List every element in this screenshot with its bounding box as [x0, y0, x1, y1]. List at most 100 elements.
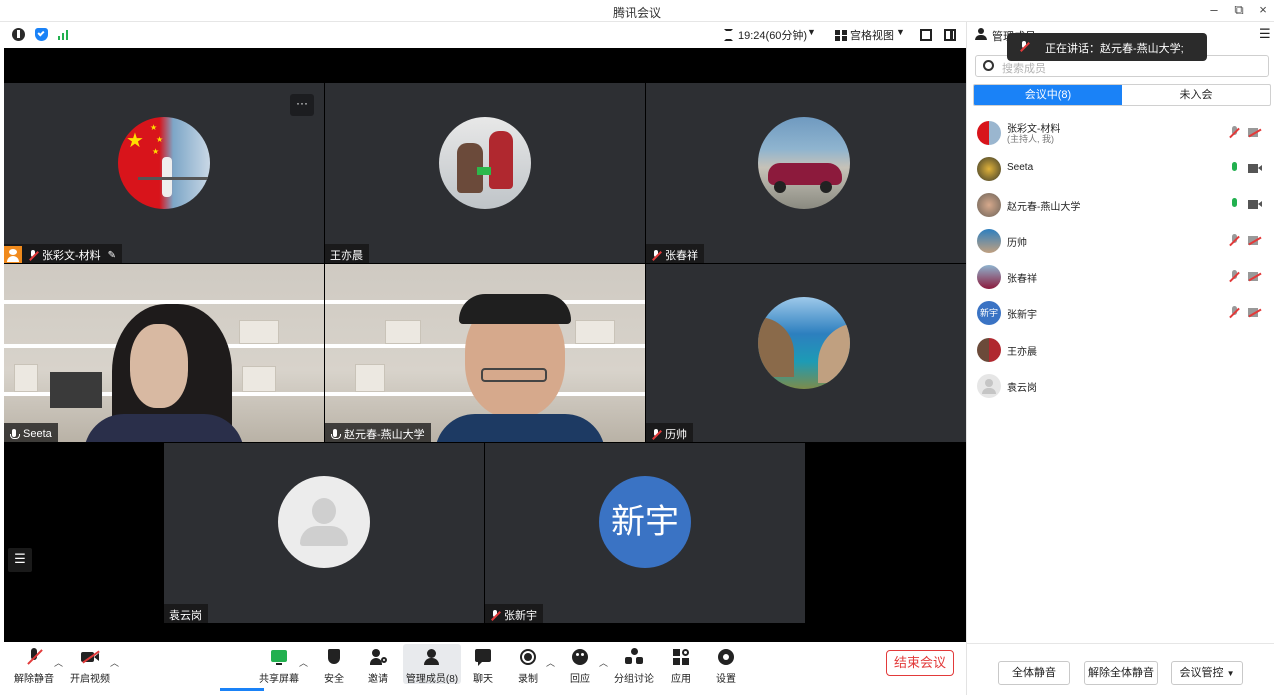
- list-menu-icon[interactable]: ☰: [8, 548, 32, 572]
- edit-name-icon[interactable]: ✎: [108, 250, 116, 261]
- mic-muted-icon: [651, 428, 661, 440]
- meeting-controls-button[interactable]: 会议管控 ▼: [1171, 661, 1243, 685]
- participant-name: 历帅: [665, 429, 687, 441]
- video-tile-active-speaker[interactable]: 赵元春-燕山大学: [325, 264, 645, 442]
- name-tag: 张春祥: [646, 244, 704, 263]
- speaking-text: 正在讲话：赵元春-燕山大学;: [1045, 43, 1184, 55]
- video-options-caret[interactable]: ︿: [110, 656, 119, 669]
- name-tag: 袁云岗: [164, 604, 208, 623]
- member-name: 袁云岗: [1007, 383, 1037, 394]
- unmute-all-button[interactable]: 解除全体静音: [1084, 661, 1158, 685]
- fullscreen-icon[interactable]: [920, 29, 932, 41]
- participant-name: 张春祥: [665, 250, 698, 262]
- member-name: Seeta: [1007, 162, 1034, 173]
- mic-on-icon[interactable]: [1229, 162, 1239, 175]
- shield-icon[interactable]: [35, 28, 48, 41]
- manage-members-button[interactable]: 管理成员(8): [403, 644, 461, 685]
- mic-muted-icon[interactable]: [1229, 270, 1240, 283]
- unmute-label: 解除静音: [14, 674, 54, 685]
- camera-off-icon[interactable]: [1248, 236, 1262, 246]
- members-panel: 管理成员 ☰ 搜索成员 会议中(8) 未入会 张彩文-材料 (主持人, 我) S…: [966, 22, 1274, 695]
- emoji-icon: [571, 648, 589, 666]
- name-tag: 张新宇: [485, 604, 543, 623]
- camera-on-icon[interactable]: [1248, 200, 1262, 209]
- minimize-button[interactable]: –: [1203, 2, 1225, 17]
- scroll-indicator[interactable]: [220, 688, 264, 691]
- mute-all-button[interactable]: 全体静音: [998, 661, 1070, 685]
- video-tile[interactable]: Seeta: [4, 264, 324, 442]
- video-tile[interactable]: 王亦晨: [325, 83, 645, 263]
- video-feed: [4, 264, 324, 442]
- timer-dropdown-icon[interactable]: ▼: [807, 27, 816, 37]
- camera-on-icon[interactable]: [1248, 164, 1262, 173]
- search-icon: [983, 60, 994, 71]
- video-tile[interactable]: 张春祥: [646, 83, 966, 263]
- member-name: 历帅: [1007, 238, 1027, 249]
- view-dropdown-icon[interactable]: ▼: [896, 27, 905, 37]
- video-tile[interactable]: 袁云岗: [164, 443, 484, 623]
- participant-avatar: [758, 117, 850, 209]
- camera-off-icon: [81, 648, 100, 666]
- mic-on-icon: [330, 428, 341, 440]
- name-tag: 王亦晨: [325, 244, 369, 263]
- member-avatar: [977, 121, 1001, 145]
- video-tile[interactable]: ★ ★ ★ ★ ··· 张彩文-材料 ✎: [4, 83, 324, 263]
- window-title: 腾讯会议: [612, 6, 661, 20]
- member-row[interactable]: 张春祥: [967, 259, 1274, 295]
- mic-muted-icon[interactable]: [1229, 126, 1240, 139]
- signal-icon[interactable]: [58, 30, 70, 40]
- mic-muted-icon[interactable]: [1229, 306, 1240, 319]
- participant-name: Seeta: [23, 428, 52, 440]
- speaking-indicator: 正在讲话：赵元春-燕山大学;: [1007, 33, 1207, 61]
- member-avatar: [977, 229, 1001, 253]
- reaction-label: 回应: [570, 674, 590, 685]
- hourglass-icon: [724, 29, 733, 41]
- search-placeholder: 搜索成员: [1002, 63, 1046, 75]
- member-tabs: 会议中(8) 未入会: [973, 84, 1271, 106]
- close-button[interactable]: ×: [1252, 2, 1274, 17]
- tab-in-meeting[interactable]: 会议中(8): [974, 85, 1122, 105]
- member-row[interactable]: 历帅: [967, 223, 1274, 259]
- member-row[interactable]: 王亦晨: [967, 332, 1274, 368]
- invite-button[interactable]: 邀请: [350, 648, 406, 685]
- info-icon[interactable]: [12, 28, 25, 41]
- camera-off-icon[interactable]: [1248, 272, 1262, 282]
- settings-button[interactable]: 设置: [698, 648, 754, 685]
- member-row[interactable]: 张彩文-材料 (主持人, 我): [967, 115, 1274, 151]
- participant-name: 张彩文-材料: [42, 250, 101, 262]
- camera-off-icon[interactable]: [1248, 308, 1262, 318]
- member-row[interactable]: Seeta: [967, 151, 1274, 187]
- mic-muted-icon: [25, 648, 43, 666]
- invite-label: 邀请: [368, 674, 388, 685]
- mic-muted-icon: [490, 609, 500, 621]
- mic-on-icon[interactable]: [1229, 198, 1239, 211]
- video-tile[interactable]: 新宇 张新宇: [485, 443, 805, 623]
- mic-muted-icon: [28, 249, 38, 261]
- participant-avatar: [439, 117, 531, 209]
- mic-muted-icon: [1019, 41, 1029, 52]
- restore-button[interactable]: ⧉: [1228, 2, 1250, 18]
- video-tile[interactable]: 历帅: [646, 264, 966, 442]
- name-tag: 历帅: [646, 423, 693, 442]
- member-row[interactable]: 袁云岗: [967, 368, 1274, 404]
- participant-name: 袁云岗: [169, 610, 202, 622]
- meeting-timer[interactable]: 19:24(60分钟): [738, 27, 807, 43]
- more-options-button[interactable]: ···: [290, 94, 314, 116]
- name-tag: 赵元春-燕山大学: [325, 423, 431, 442]
- start-video-label: 开启视频: [70, 674, 110, 685]
- view-mode-button[interactable]: 宫格视图: [850, 27, 894, 43]
- video-feed: [325, 264, 645, 442]
- member-avatar: [977, 193, 1001, 217]
- camera-off-icon[interactable]: [1248, 128, 1262, 138]
- panel-menu-icon[interactable]: ☰: [1259, 26, 1271, 42]
- end-meeting-button[interactable]: 结束会议: [886, 650, 954, 676]
- mic-muted-icon: [651, 249, 661, 261]
- tab-not-joined[interactable]: 未入会: [1122, 85, 1270, 105]
- member-row[interactable]: 赵元春-燕山大学: [967, 187, 1274, 223]
- mic-muted-icon[interactable]: [1229, 234, 1240, 247]
- member-row[interactable]: 新宇 张新宇: [967, 295, 1274, 331]
- sidebar-toggle-icon[interactable]: [944, 29, 956, 41]
- participant-avatar: ★ ★ ★ ★: [118, 117, 210, 209]
- member-name: 赵元春-燕山大学: [1007, 202, 1081, 213]
- host-icon: [4, 245, 22, 263]
